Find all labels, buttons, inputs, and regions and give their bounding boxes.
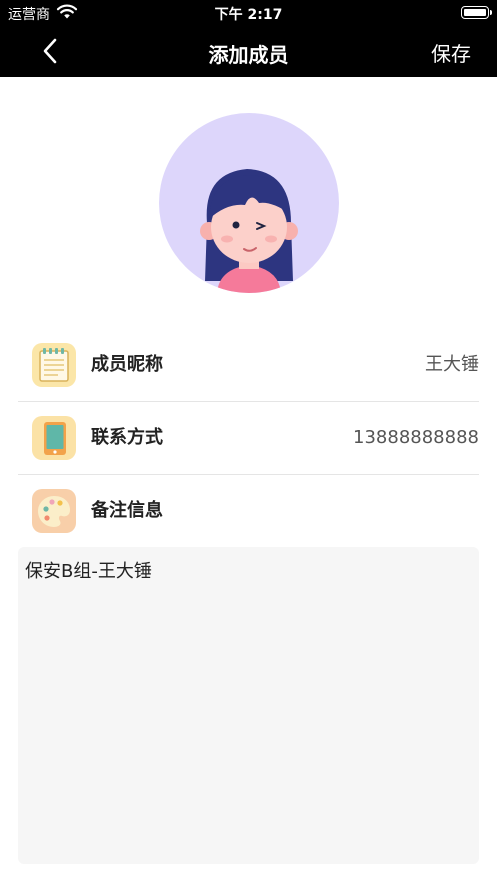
- avatar[interactable]: [159, 113, 339, 293]
- contact-row[interactable]: 联系方式 13888888888: [18, 402, 479, 474]
- notepad-icon: [32, 343, 76, 387]
- avatar-girl-illustration: [200, 169, 298, 293]
- nickname-label: 成员昵称: [91, 354, 163, 375]
- nickname-row[interactable]: 成员昵称 王大锤: [18, 329, 479, 401]
- contact-value[interactable]: 13888888888: [353, 402, 479, 474]
- status-time: 下午 2:17: [214, 7, 283, 23]
- battery-icon: [461, 6, 492, 19]
- palette-icon: [32, 489, 76, 533]
- remark-row: 备注信息: [18, 475, 479, 547]
- status-bar: 运营商 下午 2:17: [0, 0, 497, 26]
- phone-icon: [32, 416, 76, 460]
- remark-textarea[interactable]: 保安B组-王大锤: [18, 547, 479, 864]
- page-title: 添加成员: [208, 43, 289, 67]
- nickname-value[interactable]: 王大锤: [425, 329, 479, 401]
- remark-label: 备注信息: [91, 500, 163, 521]
- save-button[interactable]: 保存: [431, 38, 471, 67]
- contact-label: 联系方式: [91, 427, 163, 448]
- navigation-bar: 添加成员 保存: [0, 26, 497, 77]
